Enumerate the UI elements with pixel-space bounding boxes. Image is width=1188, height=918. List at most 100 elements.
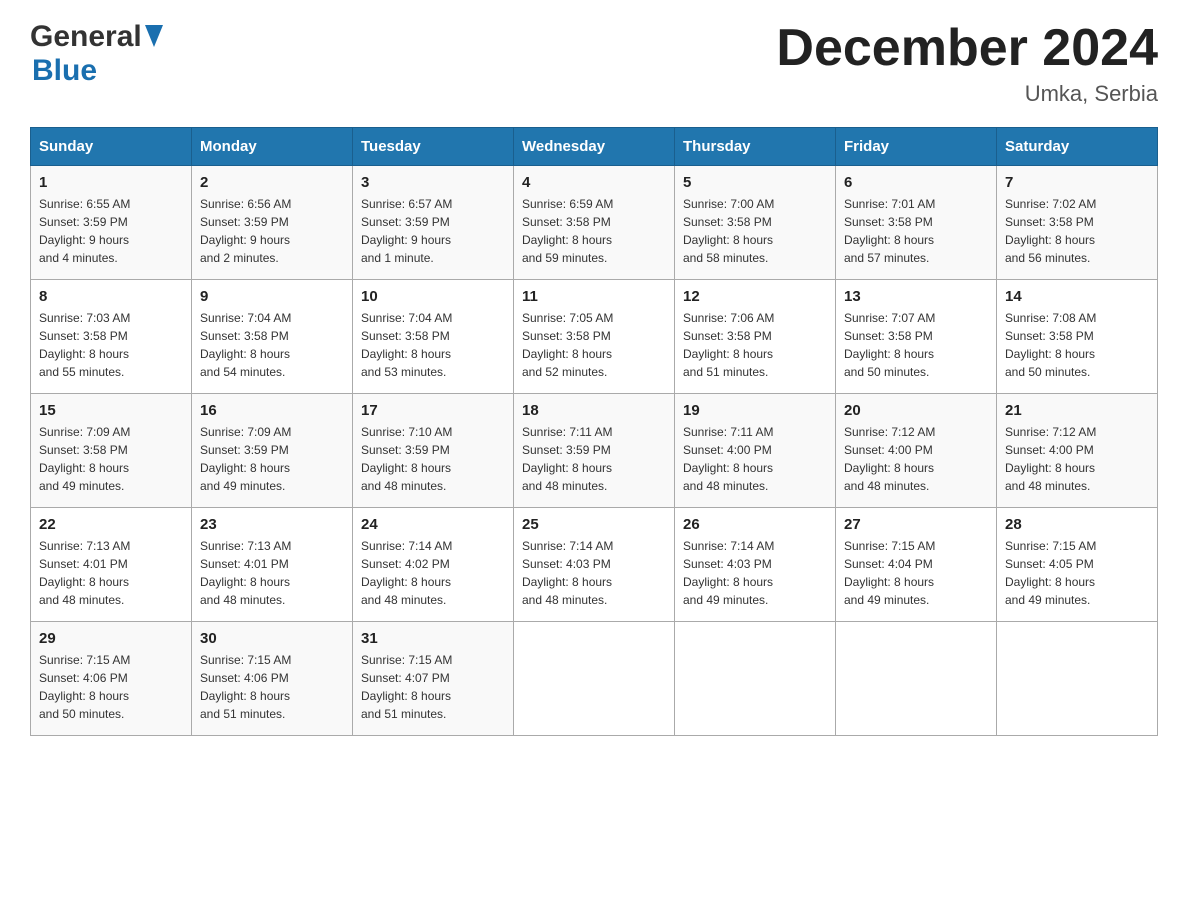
day-number: 8: [39, 288, 183, 305]
calendar-cell: [997, 622, 1158, 736]
calendar-cell: 23 Sunrise: 7:13 AMSunset: 4:01 PMDayligh…: [192, 508, 353, 622]
day-info: Sunrise: 7:13 AMSunset: 4:01 PMDaylight:…: [200, 537, 344, 609]
calendar-cell: 29Sunrise: 7:15 AMSunset: 4:06 PMDayligh…: [31, 622, 192, 736]
month-title: December 2024: [776, 20, 1158, 77]
calendar-cell: 5Sunrise: 7:00 AMSunset: 3:58 PMDaylight…: [675, 166, 836, 280]
calendar-week-row: 22 Sunrise: 7:13 AMSunset: 4:01 PMDayligh…: [31, 508, 1158, 622]
day-info: Sunrise: 7:15 AMSunset: 4:06 PMDaylight:…: [39, 651, 183, 723]
calendar-cell: 17 Sunrise: 7:10 AMSunset: 3:59 PMDayligh…: [353, 394, 514, 508]
calendar-cell: 14Sunrise: 7:08 AMSunset: 3:58 PMDayligh…: [997, 280, 1158, 394]
weekday-header-monday: Monday: [192, 128, 353, 166]
day-number: 19: [683, 402, 827, 419]
day-info: Sunrise: 6:56 AMSunset: 3:59 PMDaylight:…: [200, 195, 344, 267]
day-info: Sunrise: 7:04 AMSunset: 3:58 PMDaylight:…: [361, 309, 505, 381]
day-info: Sunrise: 6:59 AMSunset: 3:58 PMDaylight:…: [522, 195, 666, 267]
calendar-cell: 21 Sunrise: 7:12 AMSunset: 4:00 PMDayligh…: [997, 394, 1158, 508]
day-info: Sunrise: 7:11 AMSunset: 3:59 PMDaylight:…: [522, 423, 666, 495]
day-info: Sunrise: 7:15 AMSunset: 4:05 PMDaylight:…: [1005, 537, 1149, 609]
calendar-cell: [514, 622, 675, 736]
weekday-header-tuesday: Tuesday: [353, 128, 514, 166]
calendar-cell: 3 Sunrise: 6:57 AMSunset: 3:59 PMDaylight…: [353, 166, 514, 280]
day-number: 18: [522, 402, 666, 419]
day-info: Sunrise: 7:15 AMSunset: 4:06 PMDaylight:…: [200, 651, 344, 723]
calendar-cell: 27Sunrise: 7:15 AMSunset: 4:04 PMDayligh…: [836, 508, 997, 622]
calendar-cell: [675, 622, 836, 736]
calendar-week-row: 29Sunrise: 7:15 AMSunset: 4:06 PMDayligh…: [31, 622, 1158, 736]
calendar-cell: 13 Sunrise: 7:07 AMSunset: 3:58 PMDayligh…: [836, 280, 997, 394]
logo-arrow-icon: [145, 25, 163, 52]
calendar-cell: 11Sunrise: 7:05 AMSunset: 3:58 PMDayligh…: [514, 280, 675, 394]
day-number: 2: [200, 174, 344, 191]
weekday-header-row: SundayMondayTuesdayWednesdayThursdayFrid…: [31, 128, 1158, 166]
day-number: 30: [200, 630, 344, 647]
logo-blue-text: Blue: [32, 54, 97, 88]
day-info: Sunrise: 7:12 AMSunset: 4:00 PMDaylight:…: [844, 423, 988, 495]
day-info: Sunrise: 7:05 AMSunset: 3:58 PMDaylight:…: [522, 309, 666, 381]
location-text: Umka, Serbia: [776, 81, 1158, 107]
day-info: Sunrise: 7:06 AMSunset: 3:58 PMDaylight:…: [683, 309, 827, 381]
calendar-cell: 19 Sunrise: 7:11 AMSunset: 4:00 PMDayligh…: [675, 394, 836, 508]
day-info: Sunrise: 6:57 AMSunset: 3:59 PMDaylight:…: [361, 195, 505, 267]
header: General Blue December 2024 Umka, Serbia: [30, 20, 1158, 107]
day-number: 21: [1005, 402, 1149, 419]
day-info: Sunrise: 7:11 AMSunset: 4:00 PMDaylight:…: [683, 423, 827, 495]
day-number: 3: [361, 174, 505, 191]
day-info: Sunrise: 7:04 AMSunset: 3:58 PMDaylight:…: [200, 309, 344, 381]
calendar-cell: 20 Sunrise: 7:12 AMSunset: 4:00 PMDayligh…: [836, 394, 997, 508]
day-info: Sunrise: 7:02 AMSunset: 3:58 PMDaylight:…: [1005, 195, 1149, 267]
logo-line-1: General: [30, 20, 163, 54]
calendar-week-row: 8Sunrise: 7:03 AMSunset: 3:58 PMDaylight…: [31, 280, 1158, 394]
weekday-header-sunday: Sunday: [31, 128, 192, 166]
calendar-cell: 30 Sunrise: 7:15 AMSunset: 4:06 PMDayligh…: [192, 622, 353, 736]
calendar-cell: 31 Sunrise: 7:15 AMSunset: 4:07 PMDayligh…: [353, 622, 514, 736]
weekday-header-saturday: Saturday: [997, 128, 1158, 166]
logo-general-text: General: [30, 20, 142, 54]
day-info: Sunrise: 7:01 AMSunset: 3:58 PMDaylight:…: [844, 195, 988, 267]
weekday-header-thursday: Thursday: [675, 128, 836, 166]
day-number: 25: [522, 516, 666, 533]
weekday-header-friday: Friday: [836, 128, 997, 166]
day-number: 20: [844, 402, 988, 419]
day-info: Sunrise: 7:07 AMSunset: 3:58 PMDaylight:…: [844, 309, 988, 381]
calendar-cell: 1Sunrise: 6:55 AMSunset: 3:59 PMDaylight…: [31, 166, 192, 280]
calendar-table: SundayMondayTuesdayWednesdayThursdayFrid…: [30, 127, 1158, 736]
day-number: 9: [200, 288, 344, 305]
calendar-cell: 26Sunrise: 7:14 AMSunset: 4:03 PMDayligh…: [675, 508, 836, 622]
calendar-cell: 2 Sunrise: 6:56 AMSunset: 3:59 PMDaylight…: [192, 166, 353, 280]
calendar-cell: [836, 622, 997, 736]
day-info: Sunrise: 7:12 AMSunset: 4:00 PMDaylight:…: [1005, 423, 1149, 495]
day-number: 22: [39, 516, 183, 533]
day-info: Sunrise: 7:13 AMSunset: 4:01 PMDaylight:…: [39, 537, 183, 609]
day-number: 24: [361, 516, 505, 533]
calendar-cell: 8Sunrise: 7:03 AMSunset: 3:58 PMDaylight…: [31, 280, 192, 394]
day-number: 26: [683, 516, 827, 533]
calendar-cell: 25 Sunrise: 7:14 AMSunset: 4:03 PMDayligh…: [514, 508, 675, 622]
day-number: 17: [361, 402, 505, 419]
calendar-cell: 22 Sunrise: 7:13 AMSunset: 4:01 PMDayligh…: [31, 508, 192, 622]
calendar-week-row: 15 Sunrise: 7:09 AMSunset: 3:58 PMDayligh…: [31, 394, 1158, 508]
day-number: 13: [844, 288, 988, 305]
day-number: 23: [200, 516, 344, 533]
calendar-cell: 6 Sunrise: 7:01 AMSunset: 3:58 PMDaylight…: [836, 166, 997, 280]
day-info: Sunrise: 7:08 AMSunset: 3:58 PMDaylight:…: [1005, 309, 1149, 381]
day-info: Sunrise: 7:14 AMSunset: 4:03 PMDaylight:…: [522, 537, 666, 609]
day-number: 7: [1005, 174, 1149, 191]
day-number: 28: [1005, 516, 1149, 533]
calendar-cell: 16Sunrise: 7:09 AMSunset: 3:59 PMDayligh…: [192, 394, 353, 508]
day-info: Sunrise: 6:55 AMSunset: 3:59 PMDaylight:…: [39, 195, 183, 267]
day-info: Sunrise: 7:09 AMSunset: 3:59 PMDaylight:…: [200, 423, 344, 495]
calendar-cell: 7 Sunrise: 7:02 AMSunset: 3:58 PMDaylight…: [997, 166, 1158, 280]
day-number: 31: [361, 630, 505, 647]
day-info: Sunrise: 7:09 AMSunset: 3:58 PMDaylight:…: [39, 423, 183, 495]
calendar-cell: 9 Sunrise: 7:04 AMSunset: 3:58 PMDaylight…: [192, 280, 353, 394]
day-number: 15: [39, 402, 183, 419]
day-info: Sunrise: 7:10 AMSunset: 3:59 PMDaylight:…: [361, 423, 505, 495]
calendar-cell: 24Sunrise: 7:14 AMSunset: 4:02 PMDayligh…: [353, 508, 514, 622]
calendar-cell: 4Sunrise: 6:59 AMSunset: 3:58 PMDaylight…: [514, 166, 675, 280]
weekday-header-wednesday: Wednesday: [514, 128, 675, 166]
day-number: 12: [683, 288, 827, 305]
day-info: Sunrise: 7:15 AMSunset: 4:07 PMDaylight:…: [361, 651, 505, 723]
calendar-cell: 15 Sunrise: 7:09 AMSunset: 3:58 PMDayligh…: [31, 394, 192, 508]
day-info: Sunrise: 7:00 AMSunset: 3:58 PMDaylight:…: [683, 195, 827, 267]
day-number: 6: [844, 174, 988, 191]
